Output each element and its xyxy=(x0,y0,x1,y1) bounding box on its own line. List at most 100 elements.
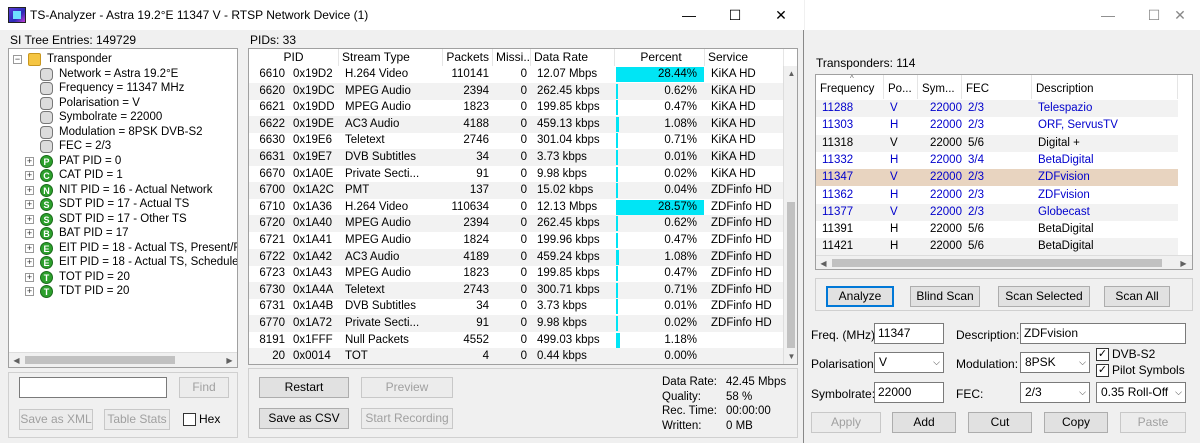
table-row[interactable]: 6722 0x1A42 AC3 Audio 4189 0 459.24 kbps ZDFin… xyxy=(249,248,784,266)
expand-icon[interactable]: + xyxy=(25,272,34,282)
pilot-symbols-checkbox[interactable]: ✓ xyxy=(1096,364,1109,377)
transponder-row[interactable]: 11318 V 22000 5/6 Digital + xyxy=(816,134,1178,152)
expand-icon[interactable]: + xyxy=(25,258,34,267)
restart-button[interactable]: Restart xyxy=(259,377,349,398)
column-header[interactable]: Po... xyxy=(884,75,918,99)
scan-selected-button[interactable]: Scan Selected xyxy=(998,286,1090,307)
table-row[interactable]: 6721 0x1A41 MPEG Audio 1824 0 199.96 kbps ZDFi… xyxy=(249,232,784,249)
scroll-thumb[interactable] xyxy=(832,259,1162,267)
tp-close-button[interactable]: ✕ xyxy=(1157,0,1200,30)
apply-button[interactable]: Apply xyxy=(811,412,881,433)
search-input[interactable] xyxy=(19,377,167,398)
analyze-button[interactable]: Analyze xyxy=(826,286,894,307)
close-button[interactable]: ✕ xyxy=(758,0,804,30)
table-row[interactable]: 6631 0x19E7 DVB Subtitles 34 0 3.73 kbps KiKA … xyxy=(249,149,784,166)
save-as-xml-button[interactable]: Save as XML xyxy=(19,409,93,430)
scroll-up-icon[interactable]: ▲ xyxy=(784,66,797,81)
description-input[interactable]: ZDFvision xyxy=(1020,323,1186,344)
copy-button[interactable]: Copy xyxy=(1044,412,1108,433)
title-bar[interactable]: TS-Analyzer - Astra 19.2°E 11347 V - RTS… xyxy=(0,0,804,30)
expand-icon[interactable]: + xyxy=(25,243,34,253)
transponder-row[interactable]: 11362 H 22000 2/3 ZDFvision xyxy=(816,187,1178,204)
fec-select[interactable]: 2/3 ⌵ xyxy=(1020,382,1090,403)
rolloff-select[interactable]: 0.35 Roll-Off ⌵ xyxy=(1096,382,1186,403)
table-row[interactable]: 6620 0x19DC MPEG Audio 2394 0 262.45 kbps KiKA… xyxy=(249,82,784,100)
expand-icon[interactable]: + xyxy=(25,229,34,238)
column-header[interactable]: Stream Type xyxy=(339,49,443,66)
scroll-down-icon[interactable]: ▼ xyxy=(784,349,797,364)
scroll-right-icon[interactable]: ▶ xyxy=(222,353,237,367)
expand-icon[interactable]: + xyxy=(25,287,34,296)
transponder-row[interactable]: 11421 H 22000 5/6 BetaDigital xyxy=(816,238,1178,256)
si-tree[interactable]: − Transponder Network = Astra 19.2°E Freque… xyxy=(8,48,238,368)
preview-button[interactable]: Preview xyxy=(361,377,453,398)
transponder-title-bar[interactable]: — ☐ ✕ xyxy=(805,0,1200,30)
table-row[interactable]: 6723 0x1A43 MPEG Audio 1823 0 199.85 kbps ZDFi… xyxy=(249,265,784,282)
column-header[interactable]: Description xyxy=(1032,75,1178,99)
paste-button[interactable]: Paste xyxy=(1120,412,1186,433)
pid-table[interactable]: PID Stream Type Packets Missi... Data Rate Pe… xyxy=(248,48,798,365)
table-row[interactable]: 6731 0x1A4B DVB Subtitles 34 0 3.73 kbps ZDFin… xyxy=(249,298,784,315)
frequency-input[interactable]: 11347 xyxy=(874,323,944,344)
expand-icon[interactable]: + xyxy=(25,156,34,166)
table-row[interactable]: 6720 0x1A40 MPEG Audio 2394 0 262.45 kbps ZDFi… xyxy=(249,215,784,233)
save-as-csv-button[interactable]: Save as CSV xyxy=(259,408,349,429)
expand-icon[interactable]: + xyxy=(25,171,34,180)
maximize-button[interactable]: ☐ xyxy=(712,0,758,30)
column-header[interactable]: Packets xyxy=(443,49,493,66)
collapse-icon[interactable]: − xyxy=(13,55,22,64)
blind-scan-button[interactable]: Blind Scan xyxy=(910,286,980,307)
add-button[interactable]: Add xyxy=(892,412,956,433)
table-row[interactable]: 6730 0x1A4A Teletext 2743 0 300.71 kbps ZDFinf… xyxy=(249,281,784,299)
column-header[interactable]: Sym... xyxy=(918,75,962,99)
scroll-thumb[interactable] xyxy=(25,356,175,364)
column-header[interactable]: PID xyxy=(249,49,339,66)
table-row[interactable]: 6622 0x19DE AC3 Audio 4188 0 459.13 kbps KiKA … xyxy=(249,115,784,133)
table-row[interactable]: 6700 0x1A2C PMT 137 0 15.02 kbps ZDFinfo HD 0.0… xyxy=(249,182,784,200)
column-header[interactable]: Missi... xyxy=(493,49,533,66)
table-row[interactable]: 6670 0x1A0E Private Secti... 91 0 9.98 kbps Ki… xyxy=(249,166,784,183)
scan-all-button[interactable]: Scan All xyxy=(1104,286,1170,307)
pid-vertical-scrollbar[interactable]: ▲ ▼ xyxy=(783,66,797,364)
tree-horizontal-scrollbar[interactable]: ◀ ▶ xyxy=(9,352,237,367)
table-row[interactable]: 6630 0x19E6 Teletext 2746 0 301.04 kbps KiKA H… xyxy=(249,132,784,149)
transponder-list[interactable]: Frequency Po... Sym... FEC Description ^ 112… xyxy=(815,74,1193,270)
table-stats-button[interactable]: Table Stats xyxy=(104,409,170,430)
column-header[interactable]: Percent xyxy=(615,49,705,66)
table-row[interactable]: 20 0x0014 TOT 4 0 0.44 kbps 0.00% xyxy=(249,348,784,364)
column-header[interactable]: Service xyxy=(705,49,784,66)
transponder-row[interactable]: 11347 V 22000 2/3 ZDFvision xyxy=(816,169,1178,187)
cell-packets: 4189 xyxy=(463,250,489,263)
transponder-row[interactable]: 11332 H 22000 3/4 BetaDigital xyxy=(816,152,1178,169)
transponder-row[interactable]: 11303 H 22000 2/3 ORF, ServusTV xyxy=(816,117,1178,134)
table-row[interactable]: 8191 0x1FFF Null Packets 4552 0 499.03 kbps 1.… xyxy=(249,332,784,349)
table-row[interactable]: 6621 0x19DD MPEG Audio 1823 0 199.85 kbps KiKA… xyxy=(249,99,784,116)
modulation-select[interactable]: 8PSK ⌵ xyxy=(1020,352,1090,373)
dvb-s2-checkbox[interactable]: ✓ xyxy=(1096,348,1109,361)
scroll-right-icon[interactable]: ▶ xyxy=(1176,256,1191,269)
minimize-button[interactable]: — xyxy=(666,0,712,30)
cell-packets: 1824 xyxy=(463,234,489,246)
column-header[interactable]: Data Rate xyxy=(531,49,615,66)
scroll-left-icon[interactable]: ◀ xyxy=(816,256,831,269)
transponder-row[interactable]: 11391 H 22000 5/6 BetaDigital xyxy=(816,221,1178,238)
scroll-thumb[interactable] xyxy=(787,202,795,348)
hex-checkbox[interactable] xyxy=(183,413,196,426)
polarisation-select[interactable]: V ⌵ xyxy=(874,352,944,373)
expand-icon[interactable]: + xyxy=(25,214,34,224)
symbolrate-input[interactable]: 22000 xyxy=(874,382,944,403)
table-row[interactable]: 6610 0x19D2 H.264 Video 110141 0 12.07 Mbps Ki… xyxy=(249,66,784,83)
tp-minimize-button[interactable]: — xyxy=(1085,0,1131,30)
scroll-left-icon[interactable]: ◀ xyxy=(9,353,24,367)
find-button[interactable]: Find xyxy=(179,377,229,398)
table-row[interactable]: 6710 0x1A36 H.264 Video 110634 0 12.13 Mbps ZD… xyxy=(249,199,784,216)
tp-horizontal-scrollbar[interactable]: ◀ ▶ xyxy=(816,255,1192,269)
column-header[interactable]: FEC xyxy=(962,75,1032,99)
transponder-row[interactable]: 11377 V 22000 2/3 Globecast xyxy=(816,203,1178,221)
start-recording-button[interactable]: Start Recording xyxy=(361,408,453,429)
transponder-row[interactable]: 11288 V 22000 2/3 Telespazio xyxy=(816,100,1178,117)
cut-button[interactable]: Cut xyxy=(968,412,1032,433)
expand-icon[interactable]: + xyxy=(25,185,34,195)
table-row[interactable]: 6770 0x1A72 Private Secti... 91 0 9.98 kbps ZD… xyxy=(249,315,784,332)
expand-icon[interactable]: + xyxy=(25,200,34,209)
